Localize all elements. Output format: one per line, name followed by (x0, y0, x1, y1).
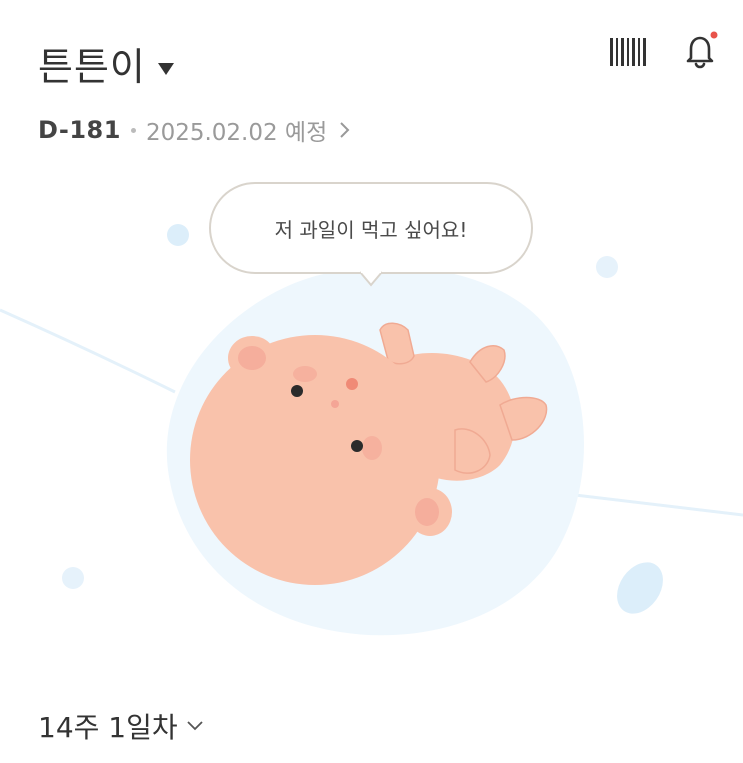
speech-bubble: 저 과일이 먹고 싶어요! (209, 182, 533, 274)
bell-icon (686, 31, 718, 69)
app-header: 튼튼이 (0, 0, 743, 110)
chevron-right-icon (340, 122, 350, 138)
caret-down-icon (157, 63, 174, 75)
baby-selector[interactable]: 튼튼이 (38, 40, 174, 94)
baby-name: 튼튼이 (38, 45, 146, 89)
due-date-row[interactable]: D-181 2025.02.02 예정 (38, 112, 351, 148)
separator-dot (130, 127, 136, 133)
week-selector[interactable]: 14주 1일차 (38, 706, 204, 746)
chevron-down-icon (186, 721, 203, 731)
speech-bubble-text: 저 과일이 먹고 싶어요! (274, 217, 468, 242)
d-day-count: D-181 (38, 116, 121, 144)
barcode-icon[interactable] (608, 36, 648, 68)
pregnancy-week: 14주 1일차 (38, 711, 178, 744)
speech-bubble-tail (360, 270, 382, 287)
notification-button[interactable] (680, 28, 724, 72)
due-date: 2025.02.02 예정 (145, 120, 328, 146)
